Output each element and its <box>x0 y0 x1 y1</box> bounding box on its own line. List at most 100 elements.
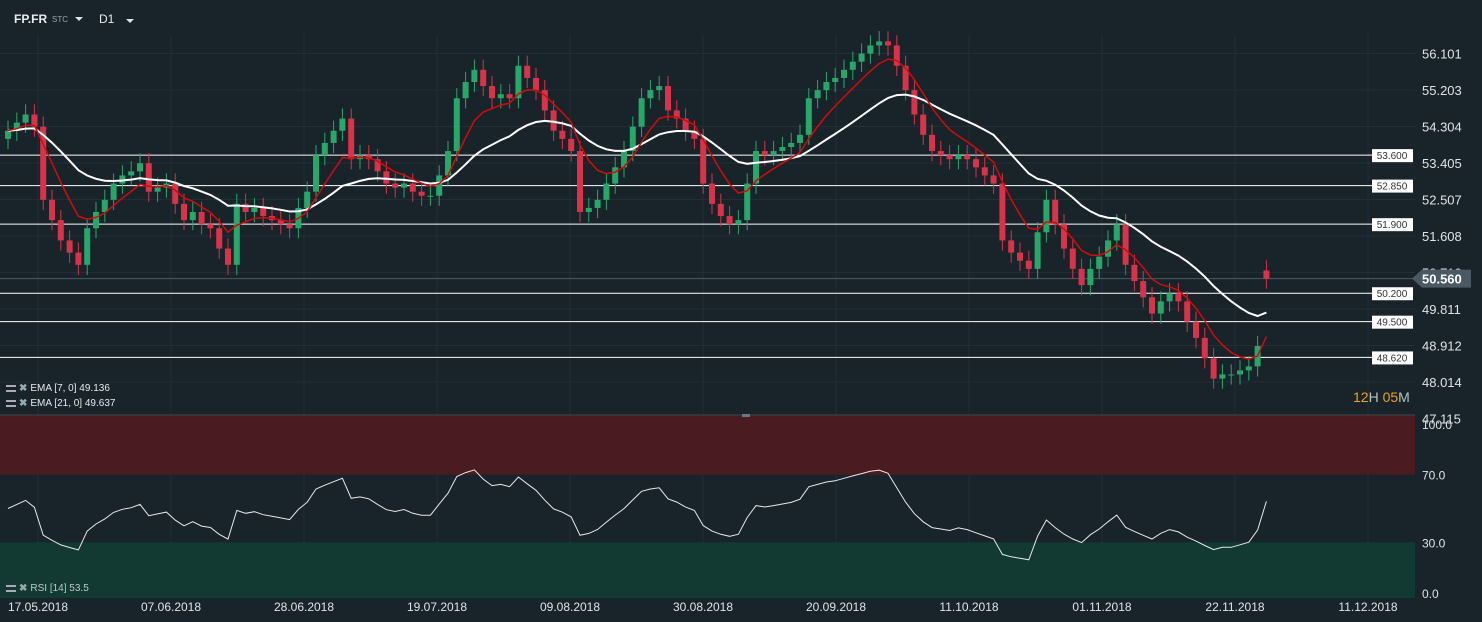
candle-body <box>665 86 671 111</box>
date-tick: 11.12.2018 <box>1338 600 1397 614</box>
candle-body <box>225 248 231 265</box>
candle-body <box>145 163 152 192</box>
candle-body <box>849 61 856 70</box>
candle-body <box>524 65 531 78</box>
candle-body <box>57 220 64 241</box>
timer-minutes: 05 <box>1382 389 1399 405</box>
remove-icon[interactable]: ✖ <box>19 383 27 394</box>
settings-icon[interactable] <box>6 585 16 592</box>
candle-body <box>216 228 223 249</box>
price-tick: 52.507 <box>1422 193 1462 208</box>
candle-body <box>401 183 407 188</box>
remove-icon[interactable]: ✖ <box>19 583 27 594</box>
candle-body <box>981 167 988 176</box>
candle-body <box>506 94 513 99</box>
candle-body <box>1113 224 1120 241</box>
candle-body <box>1087 268 1094 286</box>
candle-body <box>797 134 803 143</box>
candle-body <box>867 45 874 54</box>
candle-body <box>436 175 443 196</box>
price-tick: 54.304 <box>1422 120 1462 135</box>
rsi-tick: 30.0 <box>1422 536 1446 550</box>
candle-body <box>409 183 416 192</box>
candle-body <box>533 77 539 91</box>
timer-m: M <box>1398 389 1410 405</box>
candle-body <box>955 155 962 160</box>
instrument-type[interactable]: STC <box>52 15 68 24</box>
candle-body <box>568 138 575 152</box>
candle-body <box>805 98 812 135</box>
date-tick: 20.09.2018 <box>806 600 866 614</box>
date-tick: 11.10.2018 <box>939 600 998 614</box>
settings-icon[interactable] <box>6 400 16 407</box>
trading-chart[interactable]: 53.600 52.850 51.900 50.200 49.500 48.620 56.1… <box>0 0 1482 622</box>
rsi-tick: 0.0 <box>1422 587 1439 601</box>
candle-body <box>1096 256 1103 269</box>
ema21-line <box>7 93 1267 318</box>
candle-body <box>207 224 214 229</box>
timeframe-selector[interactable]: D1 <box>99 12 114 26</box>
rsi-tick: 70.0 <box>1422 469 1446 483</box>
ema7-legend: ✖ EMA [7, 0] 49.136 <box>6 383 110 394</box>
candle-body <box>964 155 971 160</box>
candle-body <box>1175 293 1182 302</box>
line-label: 48.620 <box>1377 353 1408 364</box>
pane-resize-handle[interactable] <box>742 414 750 417</box>
rsi-overbought-zone <box>0 415 1415 475</box>
price-tick: 55.203 <box>1422 83 1462 98</box>
candle-body <box>717 203 724 217</box>
date-tick: 19.07.2018 <box>407 600 467 614</box>
candle-body <box>814 90 821 99</box>
date-tick: 17.05.2018 <box>8 600 68 614</box>
candle-body <box>462 81 469 99</box>
candle-body <box>656 86 663 91</box>
candle-body <box>84 228 91 265</box>
candle-body <box>946 155 953 160</box>
candle-body <box>858 53 865 62</box>
price-tick: 56.101 <box>1422 47 1462 62</box>
remove-icon[interactable]: ✖ <box>19 398 27 409</box>
candle-body <box>1228 374 1235 376</box>
candle-body <box>1219 374 1226 379</box>
candle-body <box>321 142 328 156</box>
candle-body <box>1131 264 1138 282</box>
candle-body <box>709 183 715 204</box>
ema7-label: EMA [7, 0] 49.136 <box>30 383 110 394</box>
candle-body <box>770 151 777 156</box>
price-tick: 51.608 <box>1422 229 1462 244</box>
settings-icon[interactable] <box>6 385 16 392</box>
candle-body <box>1140 281 1147 298</box>
candle-body <box>260 207 267 217</box>
rsi-tick: 100.0 <box>1422 418 1452 432</box>
candle-body <box>559 130 566 139</box>
line-label: 53.600 <box>1377 151 1408 162</box>
rsi-oversold-zone <box>0 542 1415 598</box>
candle-body <box>110 183 117 200</box>
candle-body <box>876 41 883 46</box>
candle-body <box>929 134 935 152</box>
candle-body <box>66 240 73 253</box>
candle-body <box>603 183 610 200</box>
price-tick: 48.014 <box>1422 375 1462 390</box>
date-tick: 09.08.2018 <box>540 600 600 614</box>
candle-body <box>1245 366 1252 371</box>
candle-body <box>779 146 786 152</box>
date-tick: 07.06.2018 <box>141 600 201 614</box>
candle-body <box>137 163 143 172</box>
candle-body <box>594 199 601 208</box>
candle-body <box>313 155 319 192</box>
candle-body <box>497 94 504 99</box>
candle-body <box>990 175 997 184</box>
candle-body <box>1008 240 1015 253</box>
candle-body <box>1263 270 1270 279</box>
rsi-label: RSI [14] 53.5 <box>30 583 89 594</box>
candle-body <box>383 171 390 184</box>
candle-body <box>489 86 495 99</box>
candle-body <box>172 183 179 204</box>
candle-body <box>726 216 733 225</box>
date-tick: 01.11.2018 <box>1072 600 1131 614</box>
candle-body <box>823 81 830 91</box>
date-tick: 28.06.2018 <box>274 600 334 614</box>
type-dropdown-caret-icon[interactable] <box>75 17 83 21</box>
timeframe-dropdown-caret-icon[interactable] <box>126 19 134 23</box>
